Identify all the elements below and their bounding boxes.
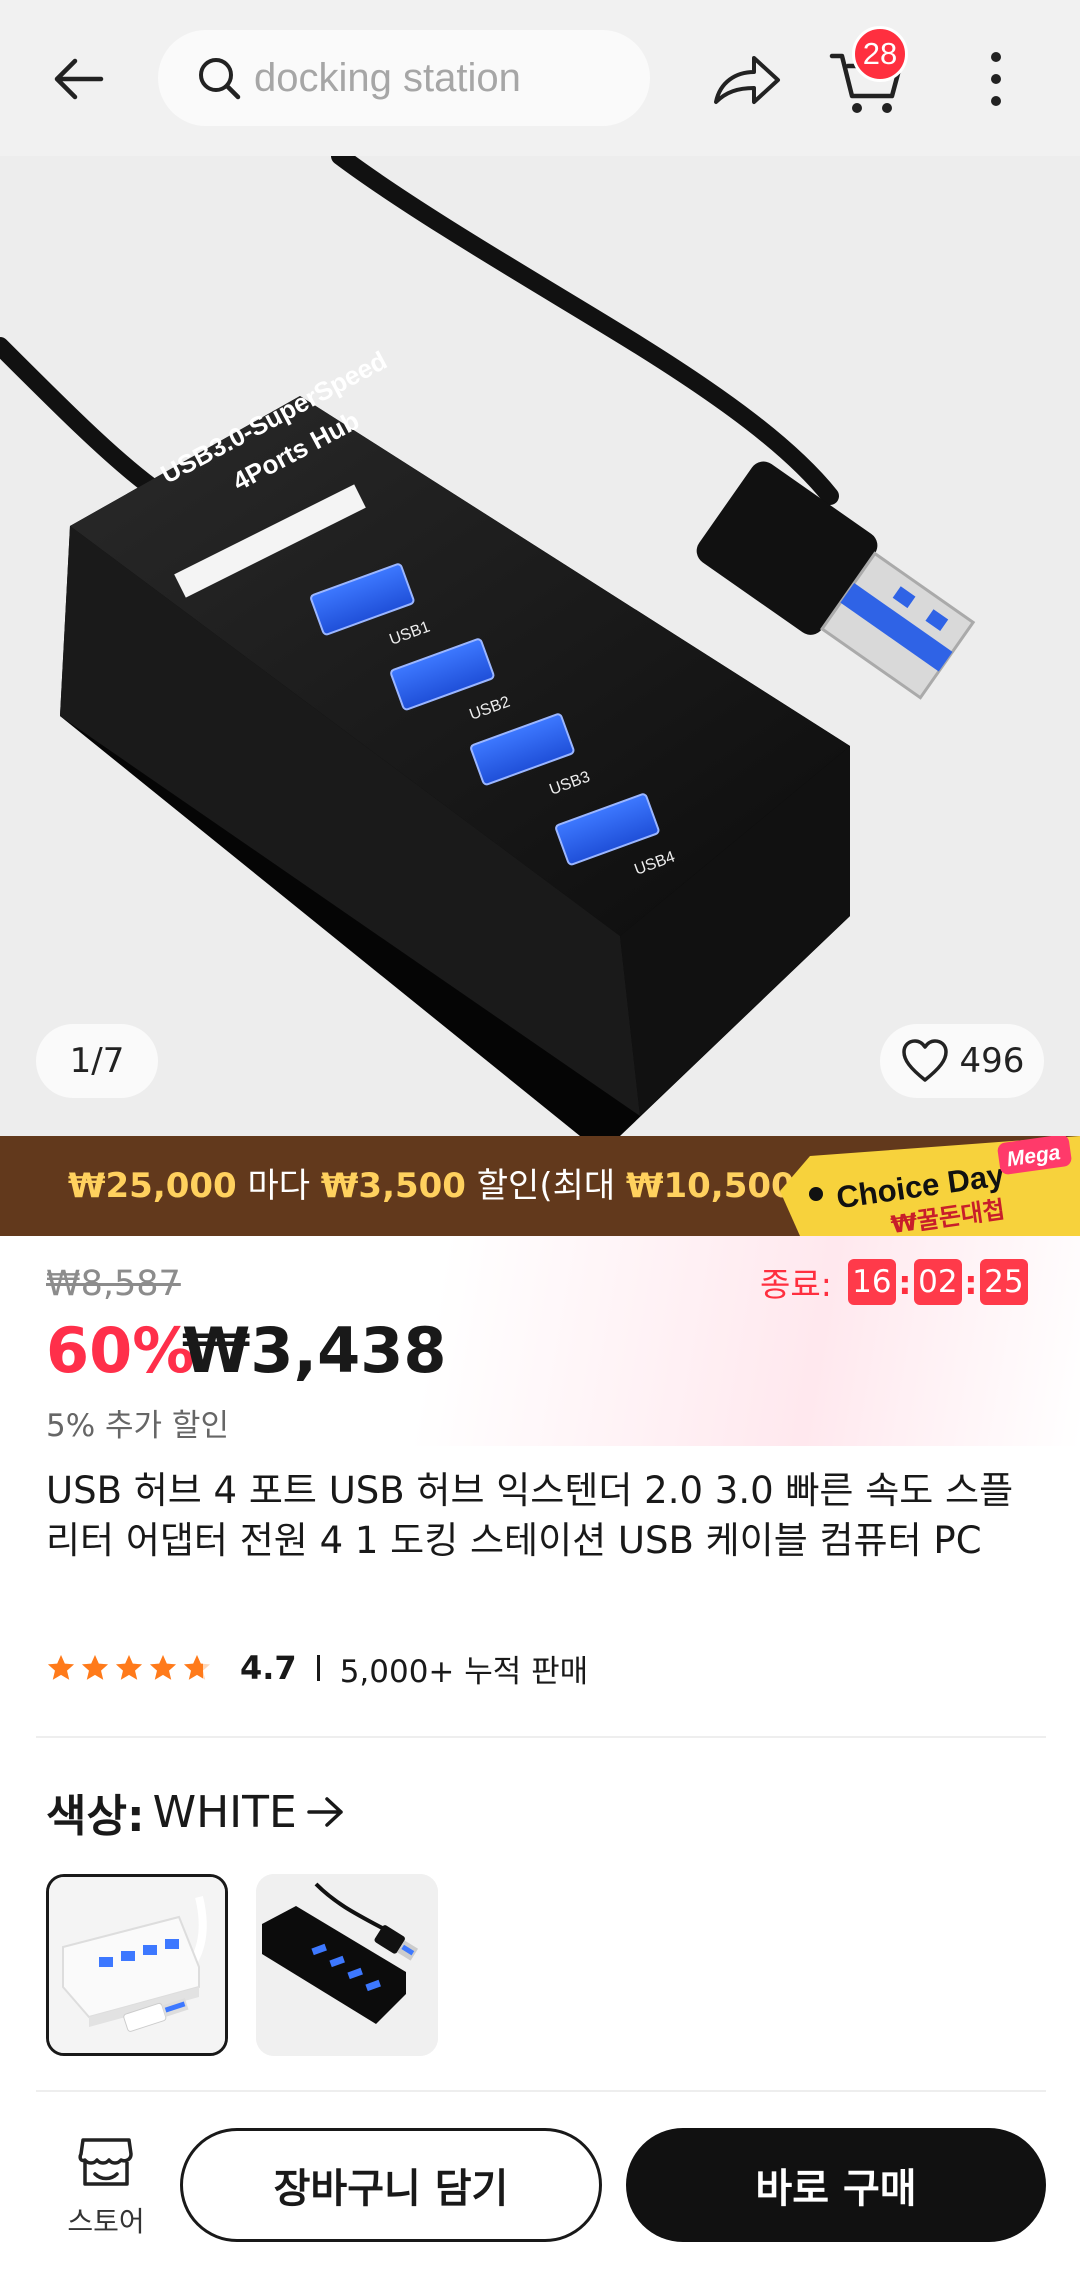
section-divider [36,2090,1046,2092]
color-label: 색상: [46,1791,145,1842]
wishlist-button[interactable]: 496 [880,1024,1044,1098]
sold-count: 5,000+ 누적 판매 [339,1653,589,1690]
star-icon [184,1655,210,1680]
rating-stars [46,1653,212,1683]
share-button[interactable] [706,40,786,120]
original-price: ₩8,587 [46,1264,181,1304]
star-icon [48,1655,74,1680]
top-bar: docking station 28 [0,0,1080,156]
product-image[interactable]: USB3.0-SuperSpeed 4Ports Hub USB1 USB2 U… [0,156,1080,1136]
divider [316,1655,320,1681]
product-title: USB 허브 4 포트 USB 허브 익스텐더 2.0 3.0 빠른 속도 스플… [46,1469,1014,1562]
more-dot-icon [991,74,1001,84]
store-label: 스토어 [67,2205,145,2238]
timer-separator: : [964,1262,978,1302]
arrow-right-icon [307,1797,343,1827]
share-icon [714,56,780,104]
rating-value: 4.7 [240,1649,297,1687]
heart-icon [901,1039,948,1082]
discount-percent: 60% [46,1314,195,1387]
choice-day-tag: Choice Day Mega ₩꿀돈대첩 [780,1134,1080,1239]
wishlist-count: 496 [959,1041,1025,1081]
more-dot-icon [991,96,1001,106]
timer-label: 종료: [760,1265,832,1304]
usb-hub-illustration: USB3.0-SuperSpeed 4Ports Hub USB1 USB2 U… [0,156,976,1136]
search-icon [199,58,241,100]
star-icon [116,1655,142,1680]
section-divider [36,1736,1046,1738]
timer-minutes: 02 [913,1259,962,1305]
add-to-cart-button[interactable]: 장바구니 담기 [180,2128,602,2242]
promo-text: ₩25,000 마다 ₩3,500 할인(최대 ₩10,500) [68,1166,808,1206]
color-swatch-white[interactable] [46,1874,228,2056]
timer-hours: 16 [847,1259,896,1305]
black-hub-thumbnail [256,1874,438,2056]
color-swatch-black[interactable] [256,1874,438,2056]
timer-separator: : [898,1262,912,1302]
star-icon [150,1655,176,1680]
more-options-button[interactable] [966,44,1026,114]
sale-price: ₩3,438 [182,1314,447,1387]
cart-count-badge: 28 [852,26,908,82]
more-dot-icon [991,52,1001,62]
color-value: WHITE [152,1786,297,1838]
rating-row[interactable]: 4.7 5,000+ 누적 판매 [46,1646,588,1690]
white-hub-thumbnail [49,1877,225,2053]
search-input[interactable]: docking station [158,30,650,126]
arrow-left-icon [54,58,104,100]
image-page-indicator: 1/7 [36,1024,158,1098]
store-icon [78,2138,133,2186]
color-option-heading[interactable]: 색상: WHITE [46,1780,349,1844]
buy-now-button[interactable]: 바로 구매 [626,2128,1046,2242]
star-icon [82,1655,108,1680]
search-placeholder: docking station [254,55,521,100]
store-button[interactable]: 스토어 [56,2130,156,2240]
back-button[interactable] [42,42,116,116]
sale-countdown-timer: 종료: 16 : 02 : 25 [760,1258,1028,1306]
extra-discount-text: 5% 추가 할인 [46,1408,229,1444]
timer-seconds: 25 [979,1259,1028,1305]
